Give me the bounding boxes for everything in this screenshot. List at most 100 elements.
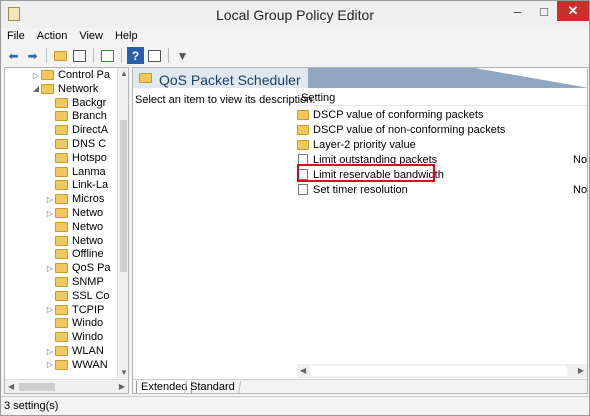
folder-icon [55, 249, 68, 260]
policy-row[interactable]: Set timer resolution Not [297, 182, 587, 197]
tree-item[interactable]: Hotspo [45, 151, 107, 165]
folder-icon [55, 166, 68, 177]
toolbar-separator [168, 48, 169, 63]
toolbar: ⬅ ➡ ? ▼ [1, 45, 589, 66]
folder-icon [55, 290, 68, 301]
expand-arrow-icon[interactable]: ▷ [45, 360, 55, 369]
tree-item[interactable]: Netwo [45, 220, 103, 234]
folder-icon [55, 125, 68, 136]
settings-folder-row[interactable]: DSCP value of non-conforming packets [297, 122, 587, 137]
back-icon[interactable]: ⬅ [5, 47, 22, 64]
tree-item[interactable]: ▷ TCPIP [45, 303, 104, 317]
folder-icon [297, 139, 309, 150]
scroll-left-icon[interactable]: ◀ [300, 366, 306, 375]
tree-item[interactable]: SSL Co [45, 289, 110, 303]
menu-file[interactable]: File [1, 28, 31, 45]
folder-icon [55, 194, 68, 205]
tree-item[interactable]: Offline [45, 247, 104, 261]
menu-action[interactable]: Action [31, 28, 74, 45]
up-folder-icon[interactable] [52, 47, 69, 64]
horizontal-scrollbar[interactable]: ◀ ▶ [297, 364, 587, 378]
setting-label: DSCP value of non-conforming packets [313, 123, 506, 136]
folder-icon [55, 359, 68, 370]
folder-icon [55, 152, 68, 163]
folder-icon [55, 208, 68, 218]
tree-item-label: Backgr [72, 96, 107, 109]
details-pane: QoS Packet Scheduler Select an item to v… [132, 67, 588, 394]
minimize-button[interactable]: – [504, 1, 531, 21]
tree-item[interactable]: ▷ Micros [45, 192, 104, 206]
expand-arrow-icon[interactable]: ◢ [31, 84, 41, 93]
tree-item-label: SSL Co [72, 289, 110, 302]
filter-icon[interactable]: ▼ [174, 47, 191, 64]
expand-arrow-icon[interactable]: ▷ [45, 347, 55, 356]
help-icon[interactable]: ? [127, 47, 144, 64]
folder-icon [55, 304, 68, 315]
properties-icon[interactable] [146, 47, 163, 64]
tree-item-label: DirectA [72, 124, 109, 137]
scrollbar-thumb[interactable] [311, 366, 567, 376]
tree-item[interactable]: Branch [45, 109, 107, 123]
tree-item-label: Netwo [72, 234, 104, 247]
tree-item[interactable]: ▷ Control Pa [31, 68, 110, 82]
title-bar[interactable]: Local Group Policy Editor – □ ✕ [1, 1, 589, 28]
tree-item[interactable]: Windo [45, 330, 103, 344]
tree-item[interactable]: Lanma [45, 165, 106, 179]
forward-icon[interactable]: ➡ [24, 47, 41, 64]
tree-item[interactable]: DirectA [45, 123, 108, 137]
settings-folder-row[interactable]: DSCP value of conforming packets [297, 107, 587, 122]
tree-item[interactable]: ▷ WWAN [45, 358, 108, 372]
menu-bar: File Action View Help [1, 28, 589, 45]
tree-item-label: WLAN [72, 345, 104, 357]
folder-icon [55, 277, 68, 287]
toolbar-separator [46, 48, 47, 63]
scroll-down-icon[interactable]: ▼ [120, 368, 128, 377]
scroll-right-icon[interactable]: ▶ [119, 382, 125, 391]
scroll-left-icon[interactable]: ◀ [8, 382, 14, 391]
export-list-icon[interactable] [99, 47, 116, 64]
folder-icon [55, 318, 68, 329]
expand-arrow-icon[interactable]: ▷ [31, 71, 41, 80]
tree-item[interactable]: ▷ WLAN [45, 344, 104, 358]
tree-item[interactable]: Netwo [45, 234, 103, 248]
tree-item-label: QoS Pa [72, 262, 111, 275]
maximize-button[interactable]: □ [531, 1, 557, 21]
expand-arrow-icon[interactable]: ▷ [45, 209, 55, 218]
folder-icon [55, 111, 68, 122]
tree-item[interactable]: ▷ Netwo [45, 206, 103, 220]
close-button[interactable]: ✕ [557, 1, 589, 21]
menu-help[interactable]: Help [109, 28, 144, 45]
tree-item[interactable]: ◢ Network [31, 82, 98, 96]
column-setting[interactable]: Setting [301, 92, 335, 104]
menu-view[interactable]: View [73, 28, 109, 45]
tree-item-label: Windo [72, 317, 104, 330]
expand-arrow-icon[interactable]: ▷ [45, 195, 55, 204]
tab-standard[interactable]: Standard [183, 381, 241, 393]
show-hide-tree-icon[interactable] [71, 47, 88, 64]
tree-item[interactable]: ▷ QoS Pa [45, 261, 111, 275]
tree-item[interactable]: Backgr [45, 96, 106, 110]
tree-item[interactable]: DNS C [45, 137, 106, 151]
tree-horizontal-scrollbar[interactable]: ◀ ▶ [5, 379, 128, 393]
settings-folder-row[interactable]: Layer-2 priority value [297, 137, 587, 152]
tree-item[interactable]: SNMP [45, 275, 104, 289]
setting-label: Set timer resolution [313, 183, 408, 196]
column-header[interactable]: Setting [297, 88, 587, 106]
setting-state: Not [573, 153, 588, 166]
tree-item[interactable]: Windo [45, 316, 103, 330]
app-window: Local Group Policy Editor – □ ✕ File Act… [0, 0, 590, 416]
folder-icon [55, 221, 68, 232]
scrollbar-thumb[interactable] [120, 120, 127, 272]
scroll-up-icon[interactable]: ▲ [120, 69, 128, 78]
tree-item-label: Branch [72, 110, 107, 123]
view-tabs: Extended Standard [133, 379, 587, 393]
folder-icon [41, 70, 54, 80]
tree-item-label: Netwo [72, 220, 104, 233]
scroll-right-icon[interactable]: ▶ [578, 366, 584, 375]
expand-arrow-icon[interactable]: ▷ [45, 264, 55, 273]
scrollbar-thumb[interactable] [19, 383, 55, 391]
tree-item[interactable]: Link-La [45, 178, 108, 192]
expand-arrow-icon[interactable]: ▷ [45, 305, 55, 314]
tree-vertical-scrollbar[interactable]: ▲ ▼ [117, 68, 128, 378]
folder-icon [55, 332, 68, 343]
